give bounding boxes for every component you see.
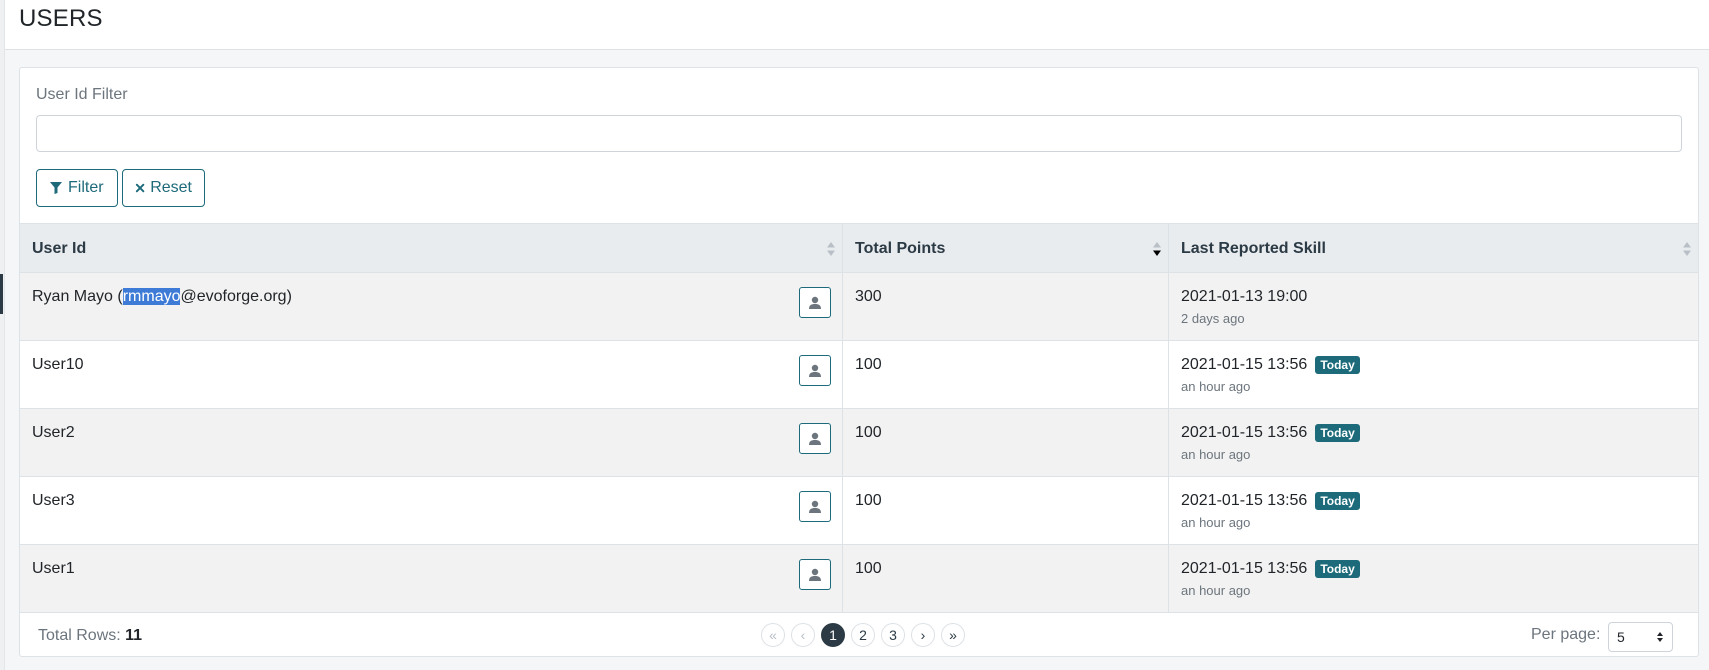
sidebar-active-marker <box>0 274 3 314</box>
column-header-label: Last Reported Skill <box>1181 240 1326 257</box>
column-header-last-reported-skill[interactable]: Last Reported Skill <box>1169 224 1698 273</box>
per-page-value: 5 <box>1617 629 1625 645</box>
user-id-text: User10 <box>32 356 84 373</box>
total-points-cell: 100 <box>843 341 1169 408</box>
user-id-cell: User10 <box>20 341 843 408</box>
user-id-cell: User2 <box>20 409 843 476</box>
select-caret-icon <box>1657 632 1663 642</box>
page-title: USERS <box>19 5 103 32</box>
page-2-button[interactable]: 2 <box>851 623 875 647</box>
total-rows-label: Total Rows: <box>38 627 121 644</box>
user-icon <box>809 296 821 309</box>
reset-button-label: Reset <box>150 179 192 196</box>
left-edge <box>0 0 5 670</box>
skill-date: 2021-01-15 13:56 <box>1181 356 1308 373</box>
last-page-button[interactable]: » <box>941 623 965 647</box>
total-points-cell: 100 <box>843 545 1169 612</box>
total-rows-value: 11 <box>125 627 143 644</box>
view-user-button[interactable] <box>799 559 831 590</box>
pagination: « ‹ 1 2 3 › » <box>761 623 965 647</box>
last-reported-skill-cell: 2021-01-13 19:00 2 days ago <box>1169 273 1698 340</box>
user-id-filter-input[interactable] <box>36 115 1682 152</box>
today-badge: Today <box>1315 356 1360 374</box>
table-row: User2 100 2021-01-15 13:56 Today an hour … <box>20 409 1698 477</box>
relative-time: an hour ago <box>1181 515 1251 530</box>
users-table: User Id Total Points Last Reported Skill… <box>20 223 1698 613</box>
table-footer: Total Rows: 11 « ‹ 1 2 3 › » Per page: 5 <box>20 616 1698 656</box>
filter-icon <box>50 182 62 194</box>
view-user-button[interactable] <box>799 423 831 454</box>
user-id-cell: Ryan Mayo (rmmayo@evoforge.org) <box>20 273 843 340</box>
user-id-cell: User3 <box>20 477 843 544</box>
last-reported-skill-cell: 2021-01-15 13:56 Today an hour ago <box>1169 409 1698 476</box>
relative-time: 2 days ago <box>1181 311 1245 326</box>
reset-button[interactable]: Reset <box>122 169 205 207</box>
user-icon <box>809 432 821 445</box>
view-user-button[interactable] <box>799 287 831 318</box>
user-id-text: User2 <box>32 424 75 441</box>
skill-date: 2021-01-15 13:56 <box>1181 560 1308 577</box>
prev-page-button[interactable]: ‹ <box>791 623 815 647</box>
last-reported-skill-cell: 2021-01-15 13:56 Today an hour ago <box>1169 477 1698 544</box>
sort-descending-icon <box>1153 242 1161 256</box>
user-id-text: Ryan Mayo (rmmayo@evoforge.org) <box>32 288 292 305</box>
relative-time: an hour ago <box>1181 379 1251 394</box>
next-page-button[interactable]: › <box>911 623 935 647</box>
first-page-button[interactable]: « <box>761 623 785 647</box>
sort-icon <box>827 242 835 256</box>
users-card: User Id Filter Filter Reset User Id Tota… <box>19 67 1699 657</box>
column-header-label: User Id <box>32 240 87 257</box>
user-icon <box>809 568 821 581</box>
view-user-button[interactable] <box>799 355 831 386</box>
skill-date: 2021-01-15 13:56 <box>1181 492 1308 509</box>
page-3-button[interactable]: 3 <box>881 623 905 647</box>
user-id-text: User3 <box>32 492 75 509</box>
user-id-text: User1 <box>32 560 75 577</box>
total-rows: Total Rows: 11 <box>38 627 142 645</box>
last-reported-skill-cell: 2021-01-15 13:56 Today an hour ago <box>1169 341 1698 408</box>
close-icon <box>135 183 145 193</box>
filter-label: User Id Filter <box>36 86 128 103</box>
skill-date: 2021-01-13 19:00 <box>1181 288 1308 305</box>
selected-text: rmmayo <box>122 288 181 305</box>
view-user-button[interactable] <box>799 491 831 522</box>
column-header-user-id[interactable]: User Id <box>20 224 843 273</box>
user-id-cell: User1 <box>20 545 843 612</box>
last-reported-skill-cell: 2021-01-15 13:56 Today an hour ago <box>1169 545 1698 612</box>
filter-button-label: Filter <box>68 179 104 196</box>
today-badge: Today <box>1315 492 1360 510</box>
relative-time: an hour ago <box>1181 447 1251 462</box>
filter-button[interactable]: Filter <box>36 169 118 207</box>
per-page-select[interactable]: 5 <box>1608 622 1673 652</box>
today-badge: Today <box>1315 424 1360 442</box>
column-header-total-points[interactable]: Total Points <box>843 224 1169 273</box>
total-points-cell: 100 <box>843 477 1169 544</box>
table-header: User Id Total Points Last Reported Skill <box>20 223 1698 273</box>
user-icon <box>809 364 821 377</box>
page-header: USERS <box>5 0 1709 50</box>
page-1-button[interactable]: 1 <box>821 623 845 647</box>
table-row: User10 100 2021-01-15 13:56 Today an hour… <box>20 341 1698 409</box>
sort-icon <box>1683 242 1691 256</box>
user-icon <box>809 500 821 513</box>
table-row: Ryan Mayo (rmmayo@evoforge.org) 300 2021… <box>20 273 1698 341</box>
relative-time: an hour ago <box>1181 583 1251 598</box>
skill-date: 2021-01-15 13:56 <box>1181 424 1308 441</box>
table-row: User3 100 2021-01-15 13:56 Today an hour … <box>20 477 1698 545</box>
today-badge: Today <box>1315 560 1360 578</box>
column-header-label: Total Points <box>855 240 946 257</box>
total-points-cell: 100 <box>843 409 1169 476</box>
table-row: User1 100 2021-01-15 13:56 Today an hour … <box>20 545 1698 613</box>
total-points-cell: 300 <box>843 273 1169 340</box>
per-page-label: Per page: <box>1531 626 1601 643</box>
